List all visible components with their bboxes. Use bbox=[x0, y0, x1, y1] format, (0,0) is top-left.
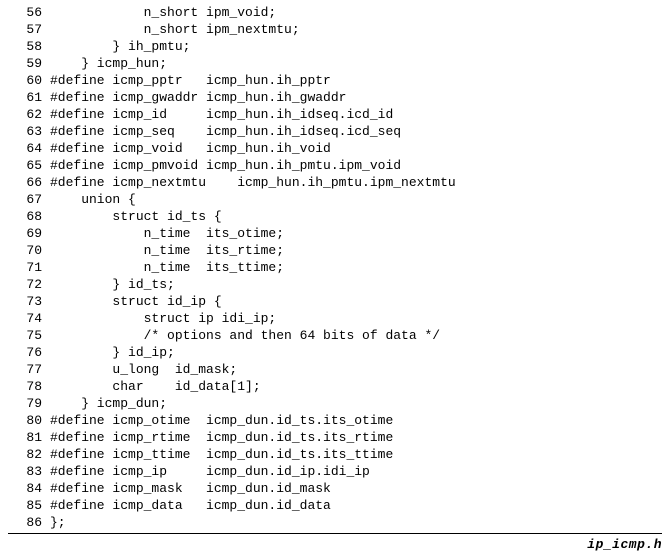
line-content: } icmp_hun; bbox=[50, 55, 167, 72]
line-content: u_long id_mask; bbox=[50, 361, 237, 378]
line-content: n_time its_ttime; bbox=[50, 259, 284, 276]
line-number: 72 bbox=[8, 276, 50, 293]
line-number: 58 bbox=[8, 38, 50, 55]
code-line: 85#define icmp_data icmp_dun.id_data bbox=[8, 497, 662, 514]
code-line: 62#define icmp_id icmp_hun.ih_idseq.icd_… bbox=[8, 106, 662, 123]
line-number: 67 bbox=[8, 191, 50, 208]
line-number: 82 bbox=[8, 446, 50, 463]
line-number: 59 bbox=[8, 55, 50, 72]
line-number: 77 bbox=[8, 361, 50, 378]
line-number: 75 bbox=[8, 327, 50, 344]
line-number: 74 bbox=[8, 310, 50, 327]
code-line: 80#define icmp_otime icmp_dun.id_ts.its_… bbox=[8, 412, 662, 429]
line-number: 62 bbox=[8, 106, 50, 123]
line-number: 81 bbox=[8, 429, 50, 446]
code-line: 84#define icmp_mask icmp_dun.id_mask bbox=[8, 480, 662, 497]
line-number: 64 bbox=[8, 140, 50, 157]
line-content: #define icmp_ttime icmp_dun.id_ts.its_tt… bbox=[50, 446, 393, 463]
code-line: 83#define icmp_ip icmp_dun.id_ip.idi_ip bbox=[8, 463, 662, 480]
line-content: n_time its_rtime; bbox=[50, 242, 284, 259]
code-line: 74 struct ip idi_ip; bbox=[8, 310, 662, 327]
code-line: 86}; bbox=[8, 514, 662, 531]
line-number: 71 bbox=[8, 259, 50, 276]
line-content: union { bbox=[50, 191, 136, 208]
code-line: 64#define icmp_void icmp_hun.ih_void bbox=[8, 140, 662, 157]
line-content: } id_ip; bbox=[50, 344, 175, 361]
filename-label: ip_icmp.h bbox=[8, 533, 662, 553]
line-number: 61 bbox=[8, 89, 50, 106]
line-content: n_short ipm_nextmtu; bbox=[50, 21, 300, 38]
line-content: #define icmp_otime icmp_dun.id_ts.its_ot… bbox=[50, 412, 393, 429]
line-content: char id_data[1]; bbox=[50, 378, 261, 395]
line-number: 80 bbox=[8, 412, 50, 429]
line-number: 70 bbox=[8, 242, 50, 259]
code-line: 73 struct id_ip { bbox=[8, 293, 662, 310]
line-content: #define icmp_ip icmp_dun.id_ip.idi_ip bbox=[50, 463, 370, 480]
code-line: 70 n_time its_rtime; bbox=[8, 242, 662, 259]
code-line: 65#define icmp_pmvoid icmp_hun.ih_pmtu.i… bbox=[8, 157, 662, 174]
line-content: #define icmp_rtime icmp_dun.id_ts.its_rt… bbox=[50, 429, 393, 446]
line-content: struct ip idi_ip; bbox=[50, 310, 276, 327]
line-content: #define icmp_pptr icmp_hun.ih_pptr bbox=[50, 72, 331, 89]
line-content: #define icmp_nextmtu icmp_hun.ih_pmtu.ip… bbox=[50, 174, 456, 191]
line-content: #define icmp_data icmp_dun.id_data bbox=[50, 497, 331, 514]
code-line: 60#define icmp_pptr icmp_hun.ih_pptr bbox=[8, 72, 662, 89]
line-content: } ih_pmtu; bbox=[50, 38, 190, 55]
line-content: n_time its_otime; bbox=[50, 225, 284, 242]
line-content: struct id_ts { bbox=[50, 208, 222, 225]
line-content: struct id_ip { bbox=[50, 293, 222, 310]
line-number: 69 bbox=[8, 225, 50, 242]
line-number: 57 bbox=[8, 21, 50, 38]
code-line: 56 n_short ipm_void; bbox=[8, 4, 662, 21]
code-listing: 56 n_short ipm_void;57 n_short ipm_nextm… bbox=[8, 4, 662, 531]
line-number: 60 bbox=[8, 72, 50, 89]
line-number: 68 bbox=[8, 208, 50, 225]
line-number: 79 bbox=[8, 395, 50, 412]
line-content: #define icmp_mask icmp_dun.id_mask bbox=[50, 480, 331, 497]
line-number: 66 bbox=[8, 174, 50, 191]
line-content: }; bbox=[50, 514, 66, 531]
code-line: 76 } id_ip; bbox=[8, 344, 662, 361]
line-number: 65 bbox=[8, 157, 50, 174]
code-line: 66#define icmp_nextmtu icmp_hun.ih_pmtu.… bbox=[8, 174, 662, 191]
code-line: 57 n_short ipm_nextmtu; bbox=[8, 21, 662, 38]
code-line: 69 n_time its_otime; bbox=[8, 225, 662, 242]
line-content: #define icmp_void icmp_hun.ih_void bbox=[50, 140, 331, 157]
line-content: } icmp_dun; bbox=[50, 395, 167, 412]
code-line: 71 n_time its_ttime; bbox=[8, 259, 662, 276]
line-content: #define icmp_id icmp_hun.ih_idseq.icd_id bbox=[50, 106, 393, 123]
code-line: 75 /* options and then 64 bits of data *… bbox=[8, 327, 662, 344]
code-line: 81#define icmp_rtime icmp_dun.id_ts.its_… bbox=[8, 429, 662, 446]
line-content: #define icmp_seq icmp_hun.ih_idseq.icd_s… bbox=[50, 123, 401, 140]
line-number: 73 bbox=[8, 293, 50, 310]
line-number: 56 bbox=[8, 4, 50, 21]
line-content: } id_ts; bbox=[50, 276, 175, 293]
code-line: 79 } icmp_dun; bbox=[8, 395, 662, 412]
code-line: 68 struct id_ts { bbox=[8, 208, 662, 225]
code-line: 59 } icmp_hun; bbox=[8, 55, 662, 72]
line-content: /* options and then 64 bits of data */ bbox=[50, 327, 440, 344]
line-content: n_short ipm_void; bbox=[50, 4, 276, 21]
code-line: 67 union { bbox=[8, 191, 662, 208]
code-line: 61#define icmp_gwaddr icmp_hun.ih_gwaddr bbox=[8, 89, 662, 106]
line-number: 78 bbox=[8, 378, 50, 395]
line-number: 83 bbox=[8, 463, 50, 480]
line-content: #define icmp_gwaddr icmp_hun.ih_gwaddr bbox=[50, 89, 346, 106]
line-number: 76 bbox=[8, 344, 50, 361]
line-content: #define icmp_pmvoid icmp_hun.ih_pmtu.ipm… bbox=[50, 157, 401, 174]
line-number: 63 bbox=[8, 123, 50, 140]
line-number: 85 bbox=[8, 497, 50, 514]
line-number: 84 bbox=[8, 480, 50, 497]
code-line: 77 u_long id_mask; bbox=[8, 361, 662, 378]
code-line: 58 } ih_pmtu; bbox=[8, 38, 662, 55]
code-line: 63#define icmp_seq icmp_hun.ih_idseq.icd… bbox=[8, 123, 662, 140]
code-line: 82#define icmp_ttime icmp_dun.id_ts.its_… bbox=[8, 446, 662, 463]
code-line: 78 char id_data[1]; bbox=[8, 378, 662, 395]
code-line: 72 } id_ts; bbox=[8, 276, 662, 293]
line-number: 86 bbox=[8, 514, 50, 531]
